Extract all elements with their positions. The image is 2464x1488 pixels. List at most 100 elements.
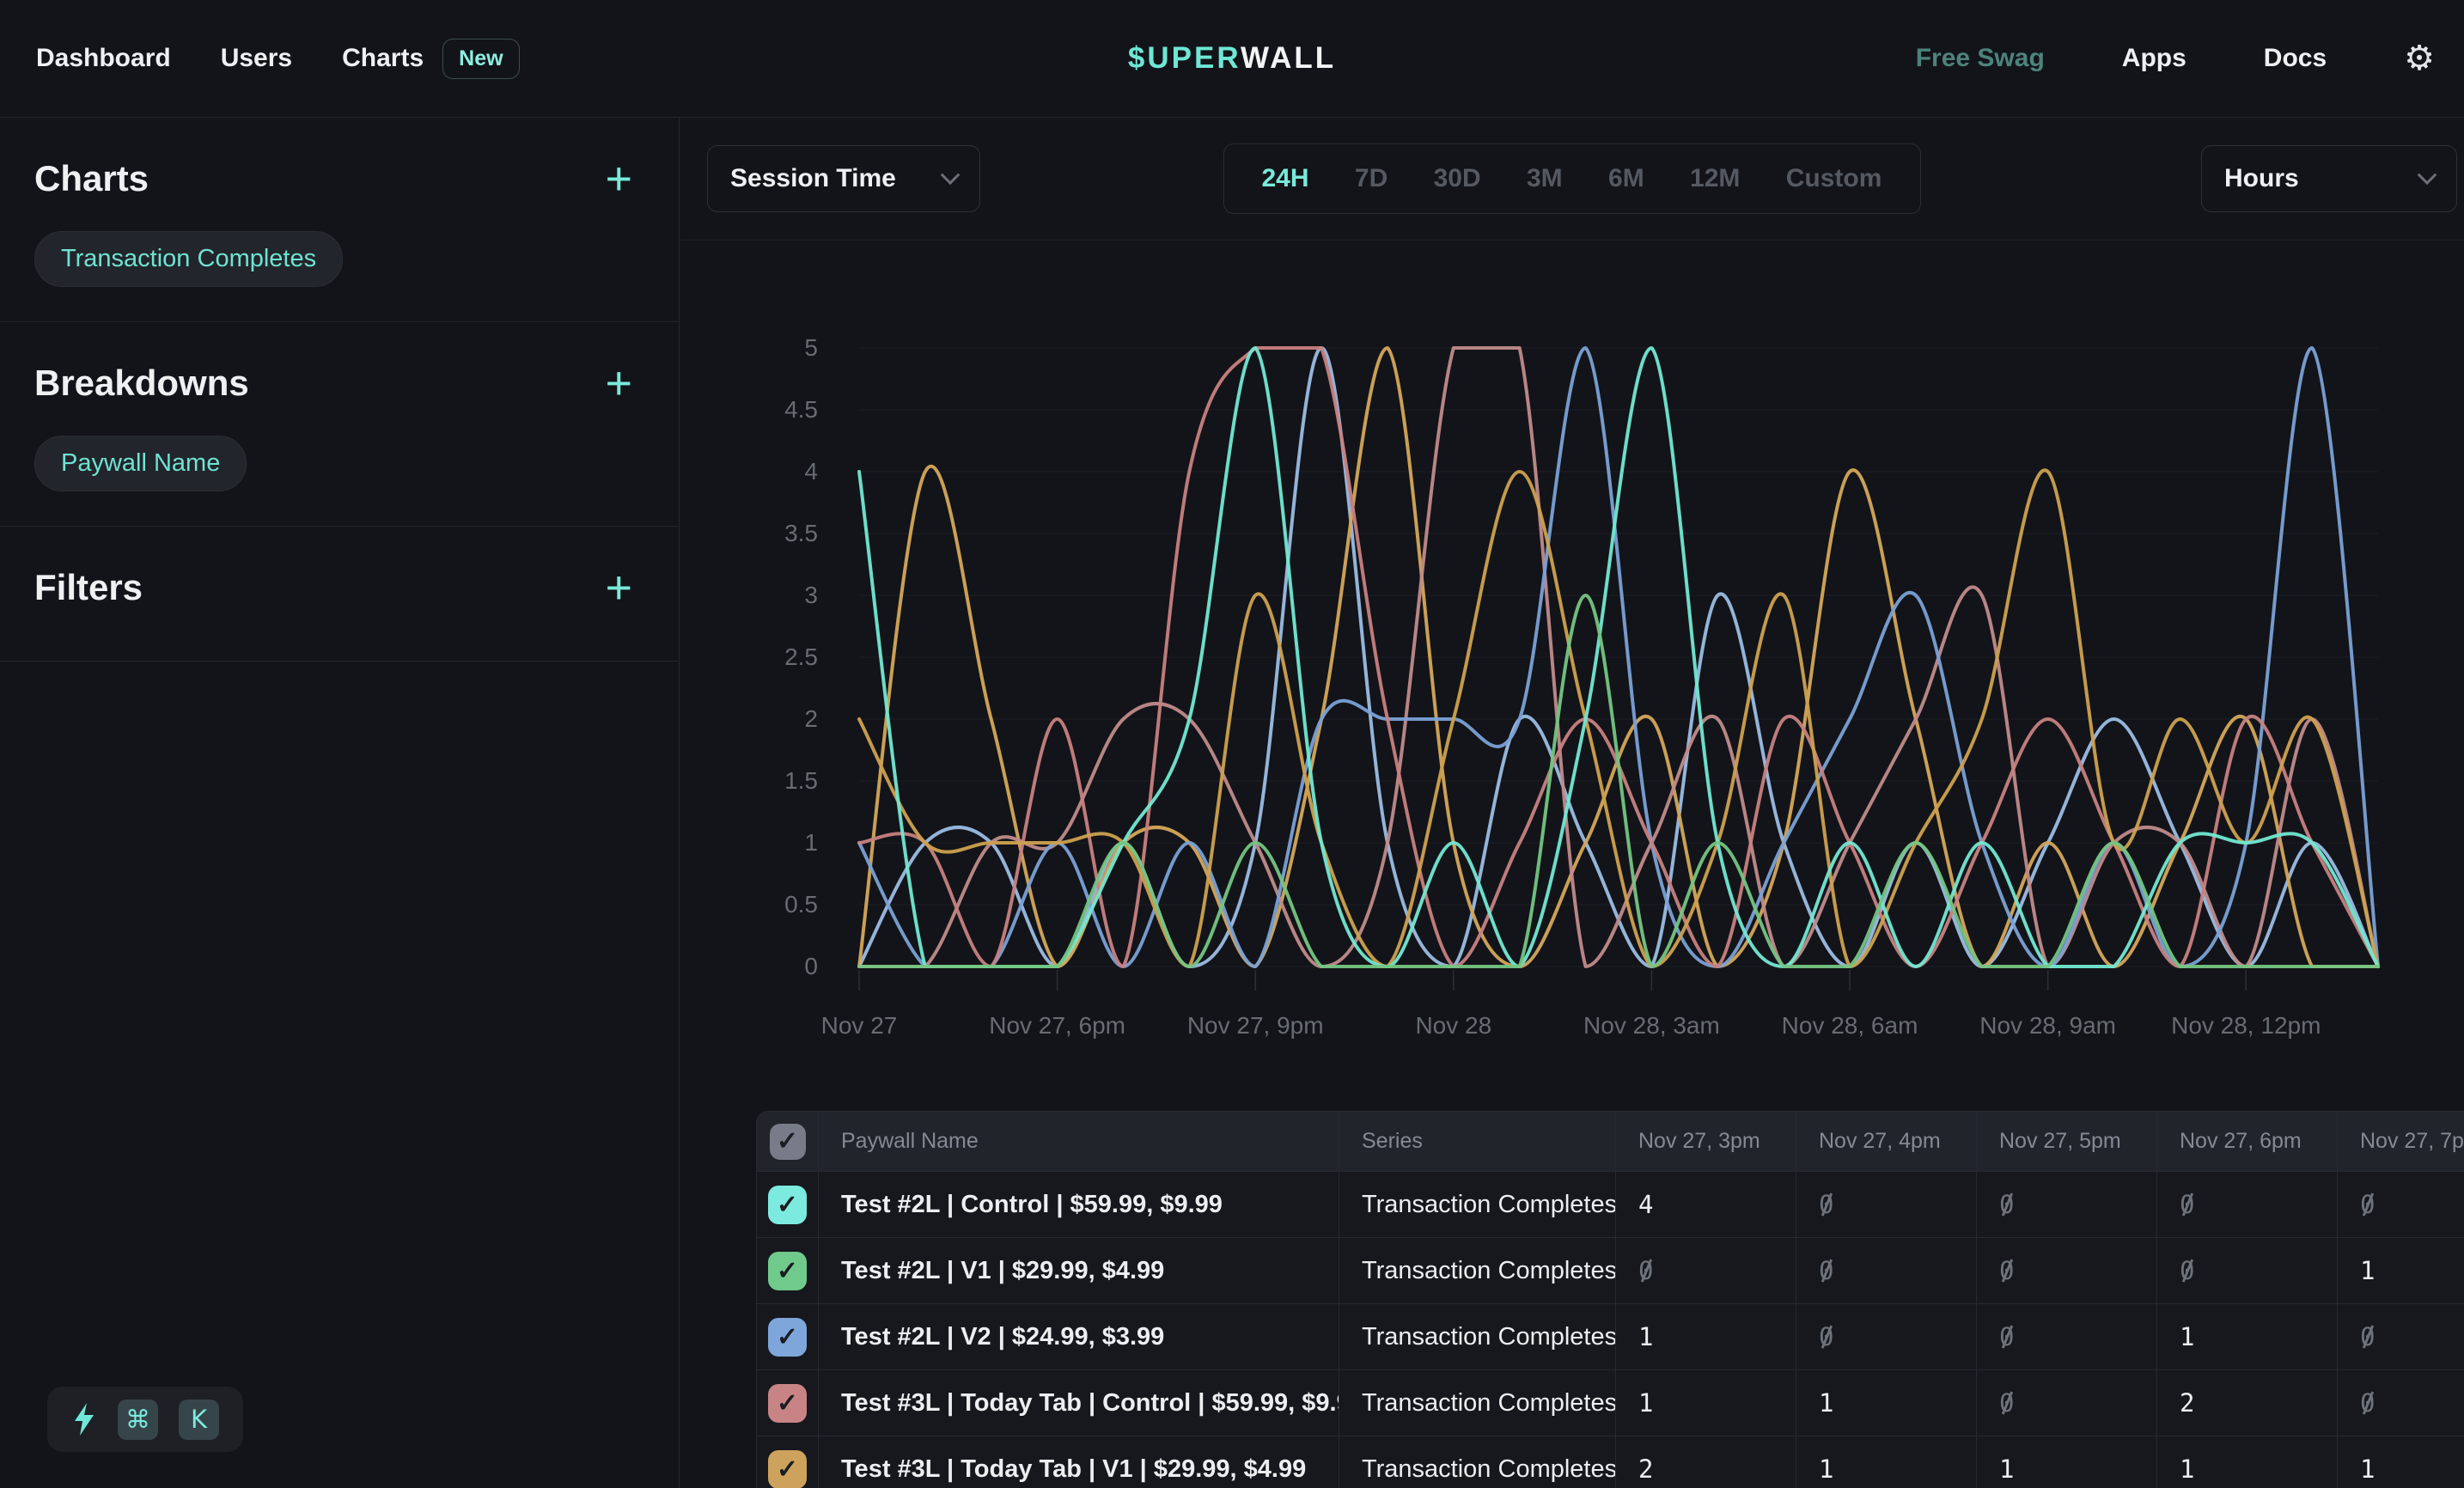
value-cell: 0 bbox=[2157, 1172, 2338, 1237]
nav-item-docs[interactable]: Docs bbox=[2264, 44, 2327, 73]
add-filter-button[interactable]: + bbox=[593, 564, 644, 611]
value-cell: 1 bbox=[2338, 1436, 2464, 1488]
value-cell: 2 bbox=[1616, 1436, 1796, 1488]
value-cell: 1 bbox=[2338, 1238, 2464, 1303]
sidebar: Charts + Transaction Completes Breakdown… bbox=[0, 118, 680, 1488]
column-header: Nov 27, 3pm bbox=[1616, 1112, 1796, 1171]
chevron-down-icon bbox=[941, 165, 961, 185]
row-checkbox[interactable]: ✓ bbox=[768, 1384, 807, 1423]
gear-icon[interactable]: ⚙ bbox=[2404, 41, 2435, 76]
paywall-name-cell: Test #2L | Control | $59.99, $9.99 bbox=[819, 1172, 1339, 1237]
value-cell: 0 bbox=[1977, 1172, 2157, 1237]
series-cell: Transaction Completes bbox=[1339, 1436, 1616, 1488]
time-range-tab-3m[interactable]: 3M bbox=[1527, 164, 1563, 193]
value-cell: 1 bbox=[1616, 1304, 1796, 1369]
chevron-down-icon bbox=[2418, 165, 2437, 185]
row-checkbox[interactable]: ✓ bbox=[768, 1450, 807, 1488]
svg-text:Nov 28: Nov 28 bbox=[1415, 1012, 1491, 1039]
value-cell: 0 bbox=[1616, 1238, 1796, 1303]
filters-section-title: Filters bbox=[34, 567, 143, 608]
value-cell: 1 bbox=[1796, 1436, 1977, 1488]
logo-rest: WALL bbox=[1241, 41, 1336, 75]
time-range-tab-6m[interactable]: 6M bbox=[1608, 164, 1644, 193]
add-breakdown-button[interactable]: + bbox=[593, 360, 644, 406]
chart-toolbar: Session Time 24H 7D 30D 3M 6M 12M Custom Hours bbox=[680, 118, 2464, 241]
svg-text:3: 3 bbox=[804, 582, 818, 608]
table-row: ✓ Test #2L | Control | $59.99, $9.99Trans… bbox=[757, 1172, 2464, 1238]
svg-text:2: 2 bbox=[804, 705, 818, 732]
table-row: ✓ Test #3L | Today Tab | V1 | $29.99, $4.… bbox=[757, 1436, 2464, 1488]
metric-select[interactable]: Session Time bbox=[707, 145, 980, 212]
chart-canvas[interactable]: 00.511.522.533.544.55Nov 27Nov 27, 6pmNo… bbox=[680, 241, 2464, 1111]
value-cell: 0 bbox=[1796, 1238, 1977, 1303]
breakdowns-chip-row: Paywall Name bbox=[34, 436, 644, 491]
nav-right-group: Free Swag Apps Docs ⚙ bbox=[1916, 41, 2435, 76]
table-row: ✓Test #2L | V2 | $24.99, $3.99Transactio… bbox=[757, 1304, 2464, 1370]
add-chart-button[interactable]: + bbox=[593, 156, 644, 202]
svg-text:4: 4 bbox=[804, 458, 818, 485]
time-range-tab-custom[interactable]: Custom bbox=[1786, 164, 1882, 193]
lightning-icon bbox=[71, 1402, 97, 1436]
svg-text:0.5: 0.5 bbox=[784, 891, 818, 918]
row-checkbox[interactable]: ✓ bbox=[768, 1186, 807, 1224]
top-navbar: Dashboard Users Charts New $UPERWALL Fre… bbox=[0, 0, 2464, 118]
time-range-tabs: 24H 7D 30D 3M 6M 12M Custom bbox=[1223, 143, 1921, 214]
svg-text:2.5: 2.5 bbox=[784, 643, 818, 670]
value-cell: 0 bbox=[1977, 1238, 2157, 1303]
value-cell: 0 bbox=[2338, 1172, 2464, 1237]
time-range-tab-7d[interactable]: 7D bbox=[1355, 164, 1388, 193]
k-key-icon: K bbox=[179, 1400, 219, 1440]
nav-item-free-swag[interactable]: Free Swag bbox=[1916, 44, 2045, 73]
main-content: Session Time 24H 7D 30D 3M 6M 12M Custom Hours… bbox=[680, 118, 2464, 1488]
nav-item-users[interactable]: Users bbox=[221, 44, 292, 73]
row-checkbox[interactable]: ✓ bbox=[768, 1318, 807, 1357]
nav-left-group: Dashboard Users Charts New bbox=[36, 39, 520, 79]
svg-text:3.5: 3.5 bbox=[784, 520, 818, 546]
svg-text:1: 1 bbox=[804, 829, 818, 856]
svg-text:Nov 28, 3am: Nov 28, 3am bbox=[1583, 1012, 1720, 1039]
value-cell: 0 bbox=[1977, 1304, 2157, 1369]
chip-paywall-name[interactable]: Paywall Name bbox=[34, 436, 247, 491]
charts-chip-row: Transaction Completes bbox=[34, 231, 644, 287]
value-cell: 1 bbox=[1616, 1370, 1796, 1436]
value-cell: 0 bbox=[1796, 1304, 1977, 1369]
column-header: Paywall Name bbox=[819, 1112, 1339, 1171]
nav-item-dashboard[interactable]: Dashboard bbox=[36, 44, 171, 73]
table-row: ✓Test #2L | V1 | $29.99, $4.99Transactio… bbox=[757, 1238, 2464, 1304]
unit-select[interactable]: Hours bbox=[2201, 145, 2457, 212]
time-range-tab-24h[interactable]: 24H bbox=[1262, 164, 1309, 193]
nav-item-apps[interactable]: Apps bbox=[2122, 44, 2186, 73]
svg-text:Nov 28, 6am: Nov 28, 6am bbox=[1782, 1012, 1918, 1039]
value-cell: 1 bbox=[2157, 1304, 2338, 1369]
nav-item-charts[interactable]: Charts bbox=[342, 44, 424, 73]
time-range-tab-12m[interactable]: 12M bbox=[1690, 164, 1740, 193]
paywall-name-cell: Test #2L | V2 | $24.99, $3.99 bbox=[819, 1304, 1339, 1369]
series-cell: Transaction Completes bbox=[1339, 1238, 1616, 1303]
command-palette-shortcut[interactable]: ⌘ K bbox=[47, 1387, 243, 1452]
new-badge: New bbox=[442, 39, 519, 79]
svg-text:5: 5 bbox=[804, 334, 818, 361]
series-cell: Transaction Completes bbox=[1339, 1172, 1616, 1237]
series-cell: Transaction Completes bbox=[1339, 1370, 1616, 1436]
charts-section-title: Charts bbox=[34, 158, 149, 199]
value-cell: 2 bbox=[2157, 1370, 2338, 1436]
unit-select-value: Hours bbox=[2224, 164, 2299, 193]
chip-transaction-completes[interactable]: Transaction Completes bbox=[34, 231, 343, 287]
value-cell: 0 bbox=[2338, 1304, 2464, 1369]
column-header: Nov 27, 7pm bbox=[2338, 1112, 2464, 1171]
paywall-name-cell: Test #3L | Today Tab | V1 | $29.99, $4.9… bbox=[819, 1436, 1339, 1488]
svg-text:Nov 27: Nov 27 bbox=[821, 1012, 898, 1039]
command-key-icon: ⌘ bbox=[118, 1400, 158, 1440]
value-cell: 0 bbox=[2338, 1370, 2464, 1436]
select-all-checkbox[interactable]: ✓ bbox=[770, 1124, 806, 1160]
sidebar-section-breakdowns: Breakdowns + Paywall Name bbox=[0, 322, 679, 527]
value-cell: 0 bbox=[1796, 1172, 1977, 1237]
svg-text:0: 0 bbox=[804, 953, 818, 979]
time-range-tab-30d[interactable]: 30D bbox=[1434, 164, 1481, 193]
row-checkbox[interactable]: ✓ bbox=[768, 1252, 807, 1290]
svg-text:Nov 27, 9pm: Nov 27, 9pm bbox=[1187, 1012, 1324, 1039]
value-cell: 0 bbox=[1977, 1370, 2157, 1436]
value-cell: 1 bbox=[2157, 1436, 2338, 1488]
column-header: Nov 27, 6pm bbox=[2157, 1112, 2338, 1171]
value-cell: 1 bbox=[1796, 1370, 1977, 1436]
